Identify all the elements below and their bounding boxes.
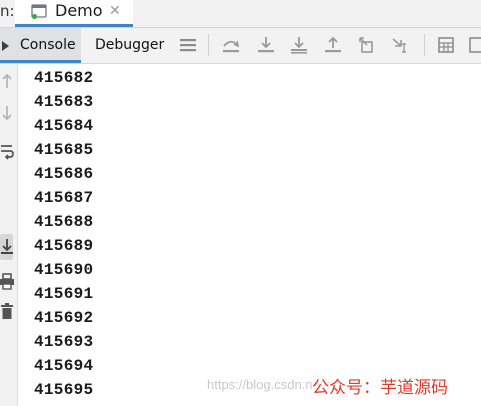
debug-toolbar: Console Debugger <box>0 28 481 64</box>
print-icon[interactable] <box>0 272 14 290</box>
output-line: 415693 <box>34 333 94 351</box>
soft-wrap-icon[interactable] <box>0 142 14 160</box>
evaluate-expression-icon[interactable] <box>437 36 455 54</box>
output-line: 415689 <box>34 237 94 255</box>
java-class-icon <box>31 4 47 19</box>
output-line: 415684 <box>34 117 94 135</box>
tab-debugger[interactable]: Debugger <box>95 28 165 63</box>
more-icon[interactable] <box>468 36 481 54</box>
close-icon[interactable]: ✕ <box>109 4 121 18</box>
run-tab-label: Demo <box>55 1 103 20</box>
run-tab-demo[interactable]: Demo ✕ <box>15 0 133 27</box>
output-line: 415686 <box>34 165 94 183</box>
force-step-into-icon[interactable] <box>290 36 308 54</box>
step-over-icon[interactable] <box>222 36 240 54</box>
scroll-to-end-icon[interactable] <box>0 238 14 256</box>
output-line: 415692 <box>34 309 94 327</box>
step-out-icon[interactable] <box>324 36 342 54</box>
up-arrow-icon[interactable] <box>0 72 14 90</box>
toolbar-separator <box>208 34 209 56</box>
output-line: 415694 <box>34 357 94 375</box>
run-to-cursor-icon[interactable] <box>391 36 409 54</box>
menu-icon[interactable] <box>179 36 197 54</box>
output-line: 415688 <box>34 213 94 231</box>
run-tab-bar: n: Demo ✕ <box>0 0 481 28</box>
output-line: 415687 <box>34 189 94 207</box>
run-window-prefix: n: <box>0 2 15 20</box>
console-gutter <box>0 64 18 406</box>
step-into-icon[interactable] <box>257 36 275 54</box>
output-line: 415682 <box>34 69 94 87</box>
clear-all-icon[interactable] <box>0 302 14 320</box>
tab-debugger-label: Debugger <box>95 37 165 53</box>
output-line: 415683 <box>34 93 94 111</box>
output-line: 415695 <box>34 381 94 399</box>
output-line: 415691 <box>34 285 94 303</box>
drop-frame-icon[interactable] <box>358 36 376 54</box>
down-arrow-icon[interactable] <box>0 104 14 122</box>
toolbar-separator <box>424 34 425 56</box>
output-line: 415690 <box>34 261 94 279</box>
tab-console-label: Console <box>20 37 76 53</box>
watermark-wechat: 公众号：芋道源码 <box>312 373 448 398</box>
output-line: 415685 <box>34 141 94 159</box>
tab-console[interactable]: Console <box>0 28 81 63</box>
console-output[interactable]: 415682 415683 415684 415685 415686 41568… <box>34 66 93 402</box>
console-icon <box>2 41 9 51</box>
